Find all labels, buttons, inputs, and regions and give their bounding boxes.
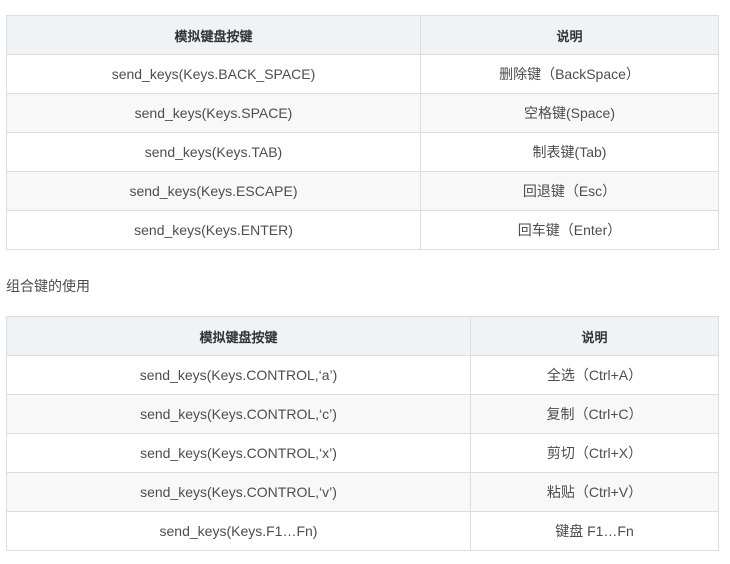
table-row: send_keys(Keys.ESCAPE) 回退键（Esc） [6, 171, 719, 211]
table-row: send_keys(Keys.SPACE) 空格键(Space) [6, 93, 719, 133]
key-cell: send_keys(Keys.CONTROL,‘x’) [6, 433, 471, 473]
description-cell: 回车键（Enter） [420, 210, 719, 250]
table-row: send_keys(Keys.CONTROL,‘v’) 粘贴（Ctrl+V） [6, 472, 719, 512]
key-cell: send_keys(Keys.ENTER) [6, 210, 421, 250]
table-row: send_keys(Keys.ENTER) 回车键（Enter） [6, 210, 719, 250]
description-cell: 全选（Ctrl+A） [470, 355, 719, 395]
column-header-description: 说明 [470, 316, 719, 356]
key-cell: send_keys(Keys.CONTROL,‘v’) [6, 472, 471, 512]
column-header-key: 模拟键盘按键 [6, 15, 421, 55]
column-header-description: 说明 [420, 15, 719, 55]
table-row: send_keys(Keys.CONTROL,‘a’) 全选（Ctrl+A） [6, 355, 719, 395]
key-cell: send_keys(Keys.TAB) [6, 132, 421, 172]
description-cell: 复制（Ctrl+C） [470, 394, 719, 434]
key-cell: send_keys(Keys.ESCAPE) [6, 171, 421, 211]
table-row: send_keys(Keys.F1…Fn) 键盘 F1…Fn [6, 511, 719, 551]
description-cell: 粘贴（Ctrl+V） [470, 472, 719, 512]
key-cell: send_keys(Keys.SPACE) [6, 93, 421, 133]
table-row: send_keys(Keys.BACK_SPACE) 删除键（BackSpace… [6, 54, 719, 94]
description-cell: 回退键（Esc） [420, 171, 719, 211]
table-row: send_keys(Keys.CONTROL,‘x’) 剪切（Ctrl+X） [6, 433, 719, 473]
keyboard-keys-table: 模拟键盘按键 说明 send_keys(Keys.BACK_SPACE) 删除键… [6, 15, 719, 250]
description-cell: 剪切（Ctrl+X） [470, 433, 719, 473]
key-cell: send_keys(Keys.F1…Fn) [6, 511, 471, 551]
table-header-row: 模拟键盘按键 说明 [6, 15, 719, 55]
key-cell: send_keys(Keys.CONTROL,‘a’) [6, 355, 471, 395]
table-row: send_keys(Keys.TAB) 制表键(Tab) [6, 132, 719, 172]
table-header-row: 模拟键盘按键 说明 [6, 316, 719, 356]
combo-keys-table: 模拟键盘按键 说明 send_keys(Keys.CONTROL,‘a’) 全选… [6, 316, 719, 551]
table-row: send_keys(Keys.CONTROL,‘c’) 复制（Ctrl+C） [6, 394, 719, 434]
key-cell: send_keys(Keys.CONTROL,‘c’) [6, 394, 471, 434]
description-cell: 键盘 F1…Fn [470, 511, 719, 551]
key-cell: send_keys(Keys.BACK_SPACE) [6, 54, 421, 94]
description-cell: 制表键(Tab) [420, 132, 719, 172]
description-cell: 空格键(Space) [420, 93, 719, 133]
section-heading-combo-keys: 组合键的使用 [6, 278, 90, 294]
description-cell: 删除键（BackSpace） [420, 54, 719, 94]
column-header-key: 模拟键盘按键 [6, 316, 471, 356]
